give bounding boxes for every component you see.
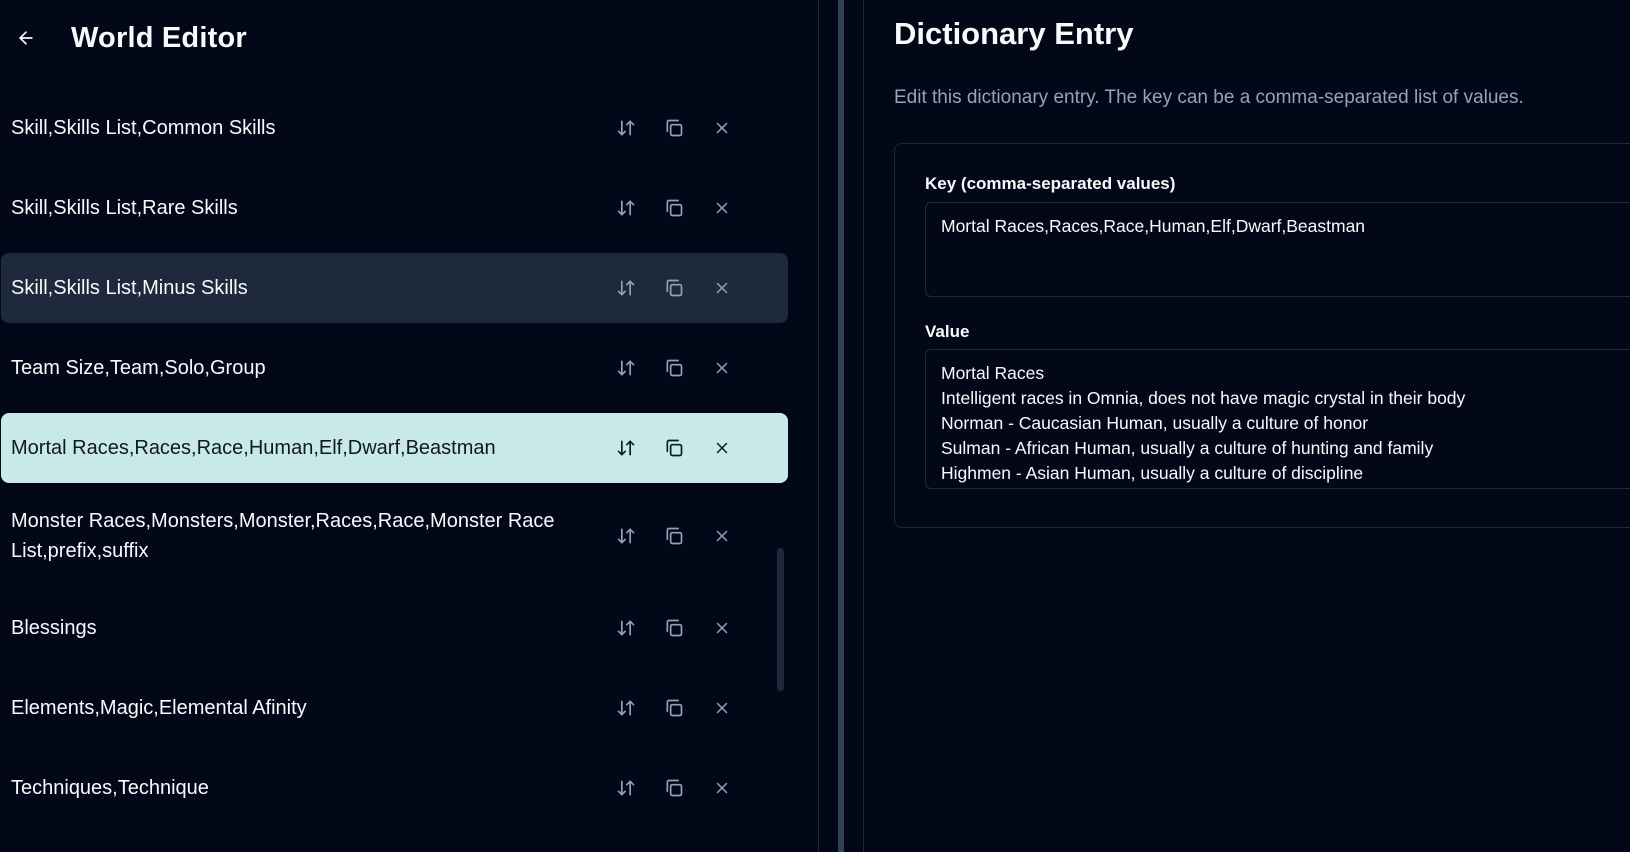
- delete-button[interactable]: [704, 190, 740, 226]
- list-item-label: Blessings: [11, 617, 97, 639]
- sort-arrows-icon: [617, 280, 635, 296]
- scrollbar-thumb[interactable]: [777, 548, 784, 691]
- list-item-label: Skill,Skills List,Rare Skills: [11, 197, 238, 219]
- list-item[interactable]: Monster Races,Monsters,Monster,Races,Rac…: [1, 488, 788, 583]
- key-textarea[interactable]: Mortal Races,Races,Race,Human,Elf,Dwarf,…: [925, 202, 1630, 297]
- list-item[interactable]: Team Size,Team,Solo,Group: [1, 328, 788, 408]
- delete-button[interactable]: [704, 690, 740, 726]
- key-label: Key (comma-separated values): [925, 174, 1176, 193]
- close-icon: [716, 702, 728, 714]
- duplicate-button[interactable]: [656, 610, 692, 646]
- close-icon: [716, 530, 728, 541]
- delete-button[interactable]: [704, 610, 740, 646]
- delete-button[interactable]: [704, 110, 740, 146]
- list-item-label: Skill,Skills List,Minus Skills: [11, 277, 248, 299]
- copy-icon: [666, 619, 683, 637]
- close-icon: [716, 442, 728, 454]
- reorder-button[interactable]: [608, 770, 644, 806]
- sort-arrows-icon: [617, 780, 635, 796]
- reorder-button[interactable]: [608, 690, 644, 726]
- list-item-label: Team Size,Team,Solo,Group: [11, 357, 266, 379]
- list-item-label: Skill,Skills List,Common Skills: [11, 117, 276, 139]
- reorder-button[interactable]: [608, 518, 644, 554]
- list-item[interactable]: Blessings: [1, 588, 788, 668]
- duplicate-button[interactable]: [656, 770, 692, 806]
- copy-icon: [666, 699, 683, 717]
- close-icon: [716, 282, 728, 294]
- duplicate-button[interactable]: [656, 690, 692, 726]
- list-item[interactable]: Elements,Magic,Elemental Afinity: [1, 668, 788, 748]
- duplicate-button[interactable]: [656, 270, 692, 306]
- list-item-label: Elements,Magic,Elemental Afinity: [11, 697, 307, 719]
- page-title: World Editor: [71, 22, 247, 54]
- duplicate-button[interactable]: [656, 110, 692, 146]
- list-item-label: Techniques,Technique: [11, 777, 209, 799]
- list-item-label: Monster Races,Monsters,Monster,Races,Rac…: [11, 509, 555, 562]
- duplicate-button[interactable]: [656, 518, 692, 554]
- close-icon: [716, 622, 728, 634]
- reorder-button[interactable]: [608, 110, 644, 146]
- close-icon: [716, 782, 728, 794]
- list-item[interactable]: Techniques,Technique: [1, 748, 788, 828]
- value-textarea[interactable]: Mortal Races Intelligent races in Omnia,…: [925, 349, 1630, 489]
- sort-arrows-icon: [617, 200, 635, 216]
- back-button[interactable]: [12, 24, 40, 52]
- delete-button[interactable]: [704, 270, 740, 306]
- delete-button[interactable]: [704, 770, 740, 806]
- close-icon: [716, 362, 728, 374]
- reorder-button[interactable]: [608, 350, 644, 386]
- duplicate-button[interactable]: [656, 190, 692, 226]
- divider: [818, 0, 819, 852]
- copy-icon: [666, 119, 683, 137]
- header: World Editor: [0, 0, 818, 80]
- copy-icon: [666, 199, 683, 217]
- delete-button[interactable]: [704, 350, 740, 386]
- delete-button[interactable]: [704, 518, 740, 554]
- copy-icon: [666, 527, 683, 544]
- value-label: Value: [925, 322, 970, 341]
- duplicate-button[interactable]: [656, 350, 692, 386]
- reorder-button[interactable]: [608, 190, 644, 226]
- close-icon: [716, 202, 728, 214]
- reorder-button[interactable]: [608, 430, 644, 466]
- reorder-button[interactable]: [608, 610, 644, 646]
- list-item[interactable]: Skill,Skills List,Common Skills: [1, 88, 788, 168]
- sort-arrows-icon: [617, 620, 635, 636]
- list-item-label: Mortal Races,Races,Race,Human,Elf,Dwarf,…: [11, 437, 496, 459]
- arrow-left-icon: [19, 31, 33, 45]
- sort-arrows-icon: [617, 360, 635, 376]
- sort-arrows-icon: [617, 120, 635, 136]
- entry-form-card: Key (comma-separated values) Mortal Race…: [894, 143, 1630, 528]
- list-item[interactable]: Skill,Skills List,Rare Skills: [1, 168, 788, 248]
- copy-icon: [666, 279, 683, 297]
- list-item[interactable]: Mortal Races,Races,Race,Human,Elf,Dwarf,…: [1, 413, 788, 483]
- entry-panel: Dictionary Entry Edit this dictionary en…: [864, 0, 1630, 852]
- copy-icon: [666, 359, 683, 377]
- sort-arrows-icon: [617, 528, 635, 543]
- sort-arrows-icon: [617, 440, 635, 456]
- list-panel: World Editor Skill,Skills List,Common Sk…: [0, 0, 818, 852]
- copy-icon: [666, 779, 683, 797]
- sort-arrows-icon: [617, 700, 635, 716]
- resize-handle[interactable]: [838, 0, 844, 852]
- entry-description: Edit this dictionary entry. The key can …: [894, 87, 1524, 108]
- close-icon: [716, 122, 728, 134]
- entry-title: Dictionary Entry: [894, 16, 1134, 51]
- delete-button[interactable]: [704, 430, 740, 466]
- reorder-button[interactable]: [608, 270, 644, 306]
- list-item[interactable]: Skill,Skills List,Minus Skills: [1, 253, 788, 323]
- copy-icon: [666, 439, 683, 457]
- duplicate-button[interactable]: [656, 430, 692, 466]
